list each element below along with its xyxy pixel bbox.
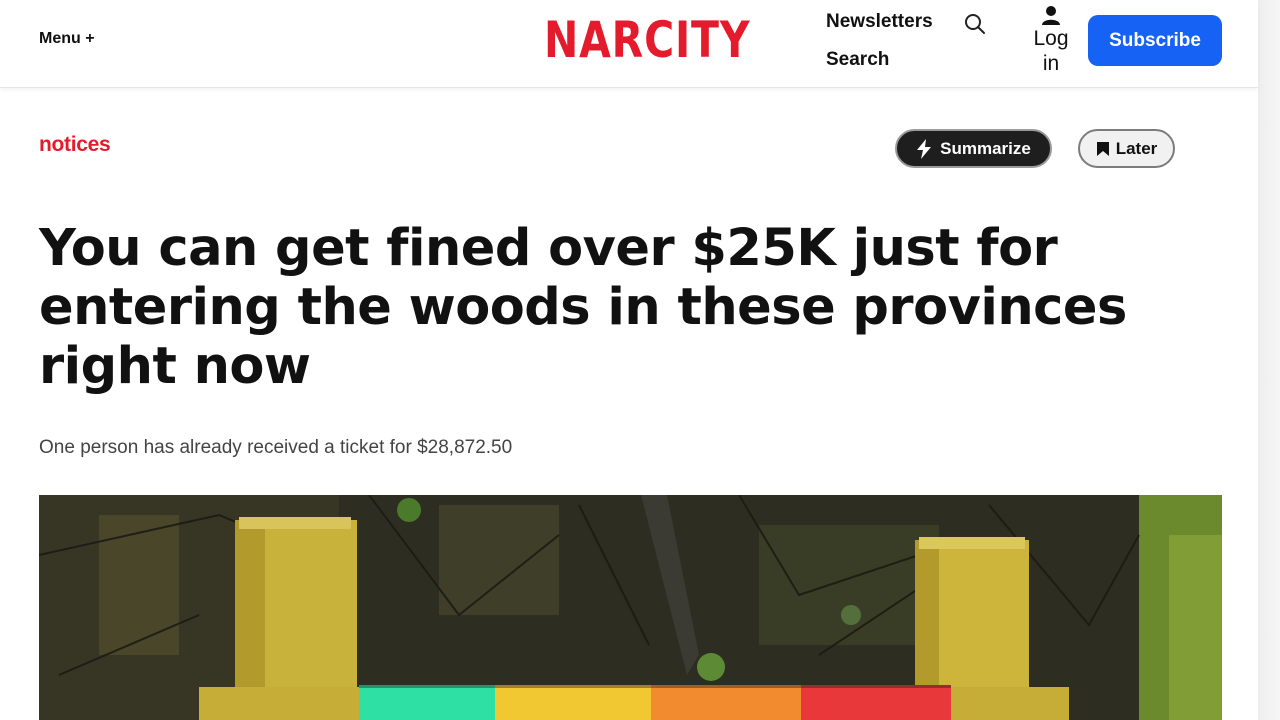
site-header: Menu + NARCITY Newsletters Search Log in… (0, 0, 1258, 88)
search-icon[interactable] (963, 12, 987, 36)
login-button[interactable]: Log in (1028, 4, 1074, 76)
bookmark-icon (1096, 141, 1109, 156)
page-scroll-gutter (1258, 0, 1280, 720)
nav-search-link[interactable]: Search (826, 49, 889, 71)
nav-newsletters-link[interactable]: Newsletters (826, 11, 933, 33)
user-icon (1042, 6, 1060, 25)
read-later-button[interactable]: Later (1078, 129, 1175, 168)
later-label: Later (1115, 138, 1158, 158)
summarize-button[interactable]: Summarize (895, 129, 1052, 168)
lightning-icon (917, 138, 932, 159)
article-headline: You can get fined over $25K just for ent… (39, 219, 1127, 396)
summarize-label: Summarize (940, 138, 1031, 158)
menu-button[interactable]: Menu + (39, 30, 95, 48)
subscribe-button[interactable]: Subscribe (1088, 15, 1222, 66)
login-label-line1: Log (1033, 27, 1069, 50)
login-label-line2: in (1042, 52, 1060, 75)
article-subheadline: One person has already received a ticket… (39, 437, 513, 458)
hero-image (39, 495, 1222, 720)
site-logo[interactable]: NARCITY (544, 10, 750, 70)
category-link[interactable]: notices (39, 133, 111, 157)
